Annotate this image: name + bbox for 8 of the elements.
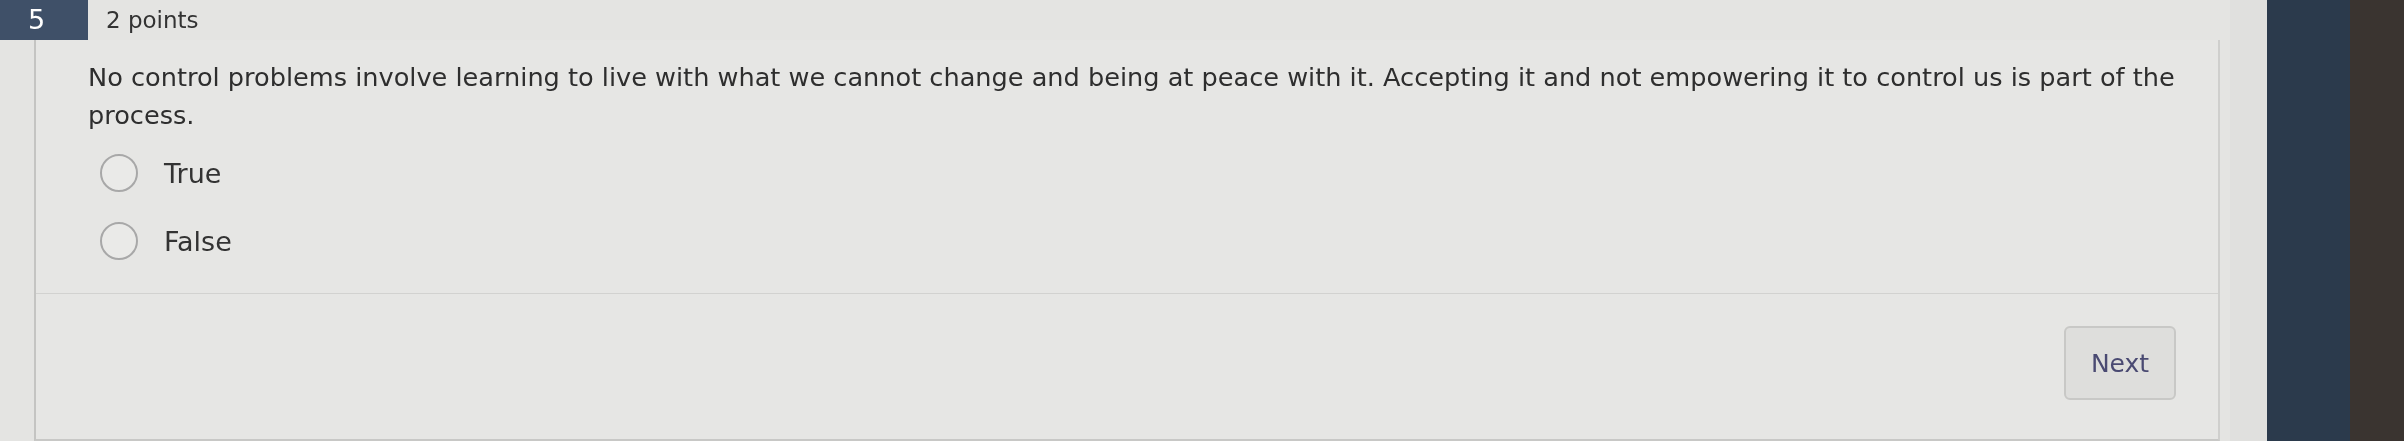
next-button[interactable]: Next (2064, 326, 2176, 400)
question-text: No control problems involve learning to live with what we cannot change and being at peace with it. Accepting it and not empowering it to control us is part of the process. (88, 61, 2176, 132)
points-label: 2 points (105, 7, 199, 33)
option-label[interactable]: False (164, 225, 232, 257)
radio-button[interactable] (100, 222, 138, 260)
radio-button[interactable] (100, 154, 138, 192)
option-label[interactable]: True (164, 157, 222, 189)
question-number: 5 (0, 0, 88, 40)
